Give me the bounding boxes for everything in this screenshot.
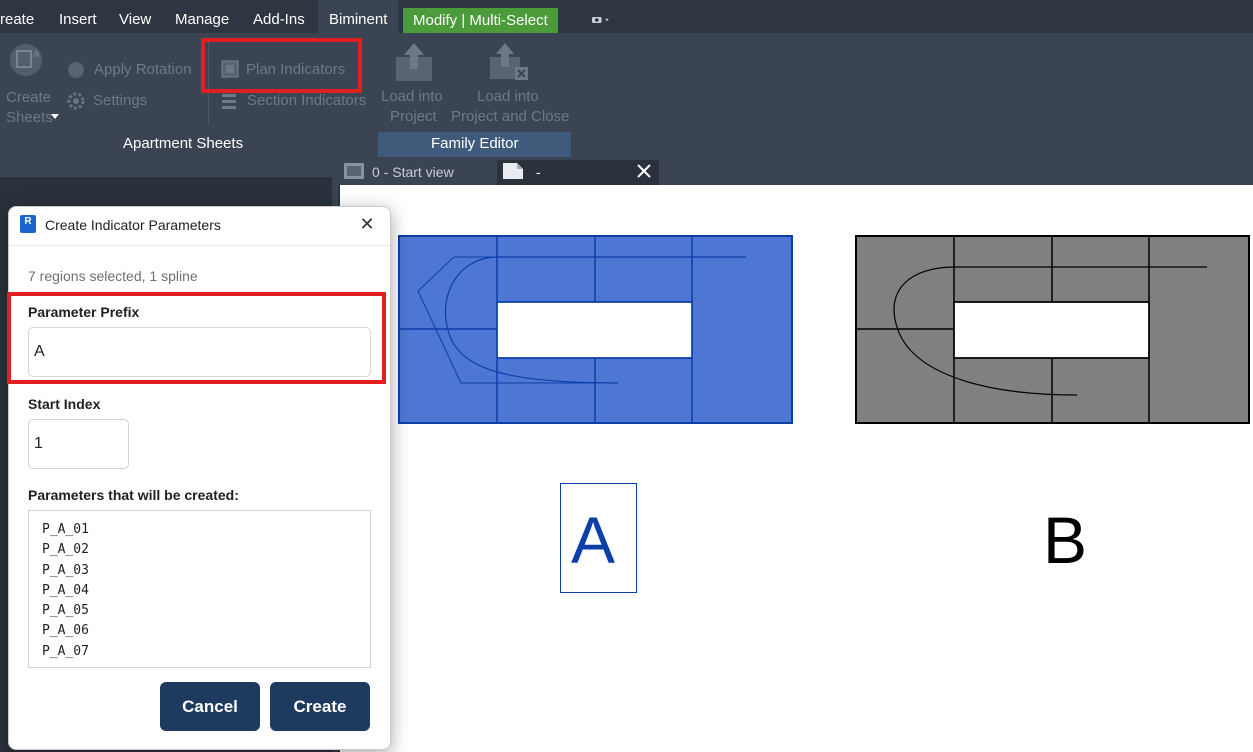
gear-icon[interactable] <box>67 92 85 110</box>
panel-family-editor: Family Editor <box>431 135 519 152</box>
tab-start-view[interactable]: 0 - Start view <box>372 160 454 185</box>
label-a[interactable]: A <box>571 507 615 573</box>
cancel-button[interactable]: Cancel <box>160 682 260 731</box>
region-group-a[interactable] <box>398 235 794 425</box>
tab-sheet[interactable]: - <box>536 160 541 185</box>
selection-info: 7 regions selected, 1 spline <box>28 268 198 284</box>
list-item: P_A_07 <box>42 643 89 659</box>
create-sheets-label-1[interactable]: Create <box>6 89 51 106</box>
close-tab-icon[interactable] <box>637 164 651 178</box>
list-item: P_A_04 <box>42 582 89 598</box>
ribbon: A Create Sheets Apply Rotation Settings … <box>0 33 1253 157</box>
dialog-divider <box>9 245 390 246</box>
svg-text:A: A <box>33 49 40 60</box>
load-into-project-close-label-1[interactable]: Load into <box>477 88 539 105</box>
parameter-prefix-highlight <box>7 292 386 384</box>
section-indicators-label[interactable]: Section Indicators <box>247 92 366 109</box>
load-into-project-label-2[interactable]: Project <box>390 108 437 125</box>
sheet-icon <box>503 163 523 179</box>
create-button[interactable]: Create <box>270 682 370 731</box>
section-indicators-icon[interactable] <box>221 92 239 110</box>
list-item: P_A_06 <box>42 623 89 639</box>
params-list[interactable]: P_A_01 P_A_02 P_A_03 P_A_04 P_A_05 P_A_0… <box>28 510 371 668</box>
menu-modify-multi-select[interactable]: Modify | Multi-Select <box>403 8 558 33</box>
list-item: P_A_05 <box>42 603 89 619</box>
chevron-down-icon[interactable] <box>51 114 59 120</box>
create-indicator-parameters-dialog: R Create Indicator Parameters ✕ 7 region… <box>8 206 391 750</box>
create-sheets-label-2[interactable]: Sheets <box>6 109 53 126</box>
menu-view[interactable]: View <box>119 0 151 33</box>
start-view-icon <box>344 163 364 179</box>
camera-dropdown-icon[interactable] <box>592 14 610 26</box>
settings-label[interactable]: Settings <box>93 92 147 109</box>
dialog-title: Create Indicator Parameters <box>45 217 221 233</box>
list-item: P_A_02 <box>42 542 89 558</box>
load-into-project-icon[interactable] <box>394 41 434 83</box>
menu-insert[interactable]: Insert <box>59 0 97 33</box>
menu-add-ins[interactable]: Add-Ins <box>253 0 305 33</box>
drawing-canvas[interactable]: A B <box>338 185 1253 752</box>
plan-indicators-highlight <box>201 38 362 93</box>
create-sheets-icon[interactable]: A <box>9 43 43 77</box>
menu-manage[interactable]: Manage <box>175 0 229 33</box>
menu-create[interactable]: reate <box>0 0 34 33</box>
list-item: P_A_01 <box>42 522 89 537</box>
list-item: P_A_03 <box>42 562 89 578</box>
load-into-project-label-1[interactable]: Load into <box>381 88 443 105</box>
panel-apartment-sheets: Apartment Sheets <box>123 135 244 152</box>
params-label: Parameters that will be created: <box>28 487 239 503</box>
menu-biminent[interactable]: Biminent <box>318 0 399 33</box>
apply-rotation-label[interactable]: Apply Rotation <box>94 61 192 78</box>
start-index-input[interactable]: 1 <box>28 419 129 469</box>
revit-app-icon: R <box>20 215 36 233</box>
label-b[interactable]: B <box>1043 507 1087 573</box>
load-into-project-close-icon[interactable] <box>488 41 530 83</box>
menu-bar: reate Insert View Manage Add-Ins Biminen… <box>0 0 1253 33</box>
document-tabs: 0 - Start view - <box>338 157 1253 185</box>
region-group-b[interactable] <box>855 235 1251 425</box>
start-index-label: Start Index <box>28 396 101 412</box>
close-icon[interactable]: ✕ <box>356 213 378 235</box>
load-into-project-close-label-2[interactable]: Project and Close <box>451 108 569 125</box>
apply-rotation-icon[interactable] <box>67 61 85 79</box>
